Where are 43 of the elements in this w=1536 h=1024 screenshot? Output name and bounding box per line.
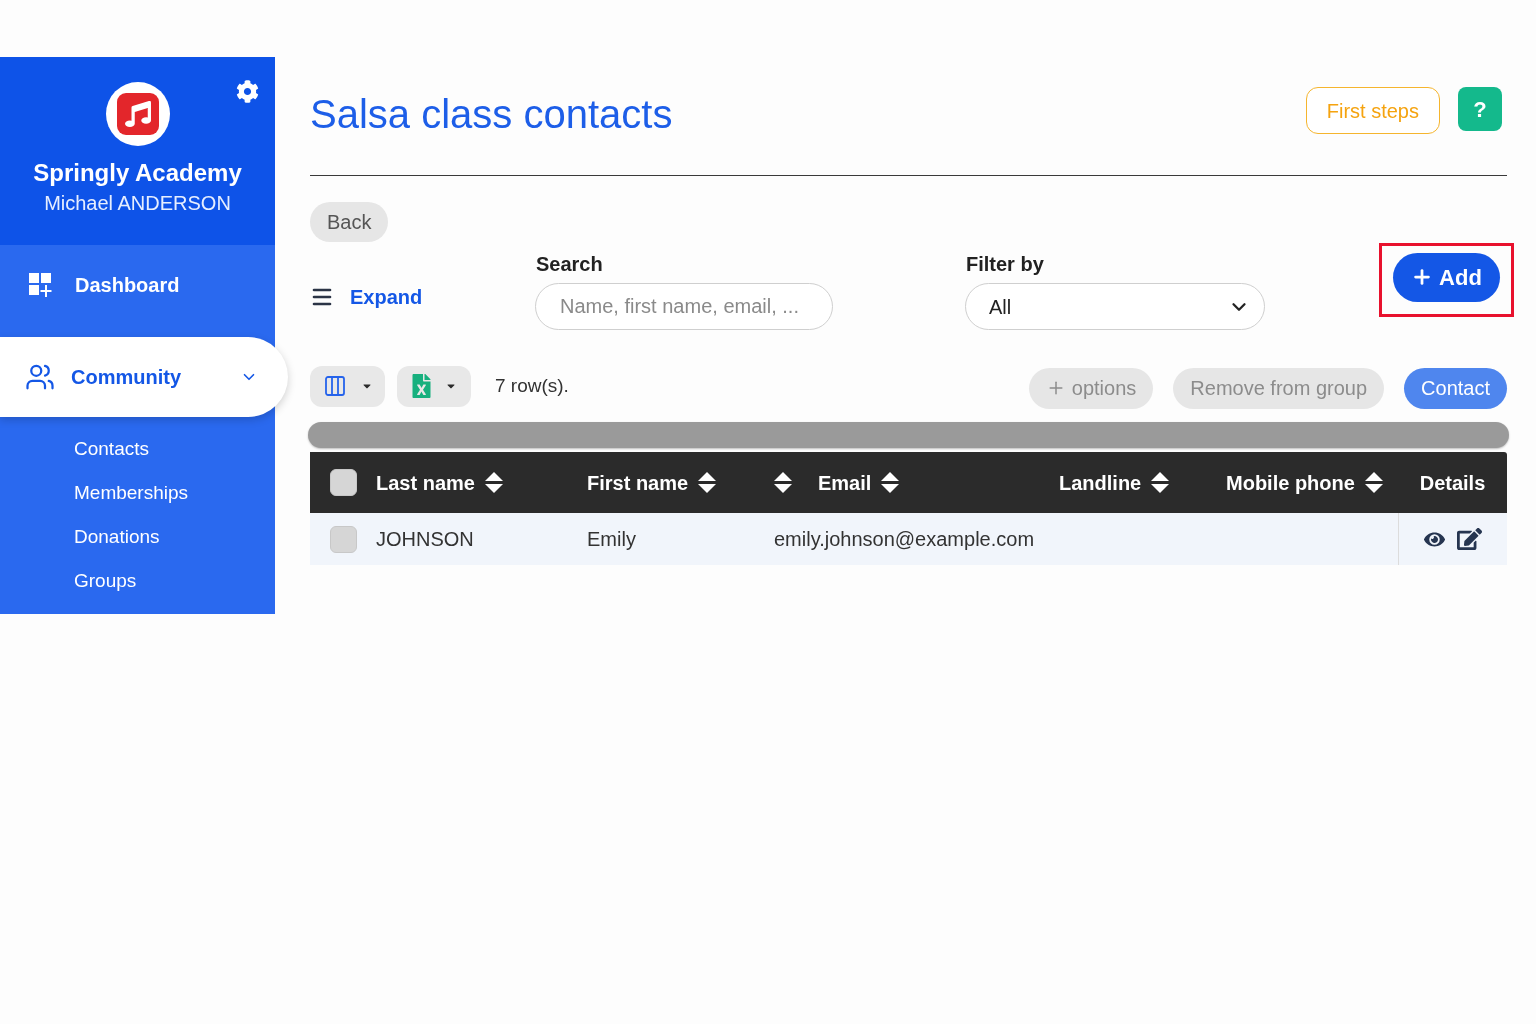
- column-header[interactable]: Email: [818, 467, 872, 498]
- search-field[interactable]: Name, first name, email, ...: [535, 283, 833, 330]
- column-header[interactable]: Last name: [376, 467, 475, 498]
- filter-select[interactable]: All: [965, 283, 1265, 330]
- add-button[interactable]: Add: [1393, 252, 1500, 302]
- nav-item[interactable]: Dashboard: [0, 245, 275, 325]
- horizontal-scrollbar[interactable]: [308, 422, 1509, 448]
- sort-icon[interactable]: [1151, 471, 1170, 494]
- nav-subitem[interactable]: Memberships: [0, 471, 275, 515]
- nav-item[interactable]: Community: [0, 337, 288, 417]
- spreadsheet-file-icon: [411, 374, 431, 398]
- sort-icon[interactable]: [1364, 471, 1383, 494]
- columns-dropdown-button[interactable]: [310, 365, 385, 407]
- column-header[interactable]: Mobile phone: [1226, 467, 1355, 498]
- sort-icon[interactable]: [698, 471, 717, 494]
- user-name: Michael ANDERSON: [44, 191, 231, 216]
- nav-subitem[interactable]: Contacts: [0, 427, 275, 471]
- column-header[interactable]: First name: [587, 467, 689, 498]
- dashboard-grid-icon: [29, 273, 53, 297]
- search-label: Search: [535, 252, 604, 276]
- people-icon: [25, 362, 55, 392]
- column-header[interactable]: Details: [1419, 467, 1486, 498]
- row-count: 7 row(s).: [495, 373, 569, 398]
- table-cell: Emily: [587, 528, 636, 550]
- brand-name: Springly Academy: [33, 158, 242, 188]
- checkbox[interactable]: [330, 525, 357, 553]
- checkbox[interactable]: [330, 469, 357, 496]
- export-dropdown-button[interactable]: [397, 365, 471, 407]
- filter-label: Filter by: [965, 252, 1045, 276]
- table-cell: emily.johnson@example.com: [774, 528, 1035, 550]
- expand-link[interactable]: Expand: [310, 284, 535, 310]
- settings-icon[interactable]: [236, 80, 259, 103]
- sort-icon[interactable]: [484, 471, 503, 494]
- edit-icon[interactable]: [1457, 527, 1482, 551]
- nav-subitem[interactable]: Groups: [0, 559, 275, 603]
- page-title: Salsa class contacts: [310, 91, 673, 138]
- sort-icon[interactable]: [774, 471, 792, 494]
- columns-icon: [322, 374, 347, 398]
- table-cell: JOHNSON: [376, 528, 474, 550]
- column-header[interactable]: Landline: [1059, 467, 1142, 498]
- sort-icon[interactable]: [881, 471, 900, 494]
- nav-subitem[interactable]: Donations: [0, 515, 275, 559]
- back-button[interactable]: Back: [310, 202, 389, 242]
